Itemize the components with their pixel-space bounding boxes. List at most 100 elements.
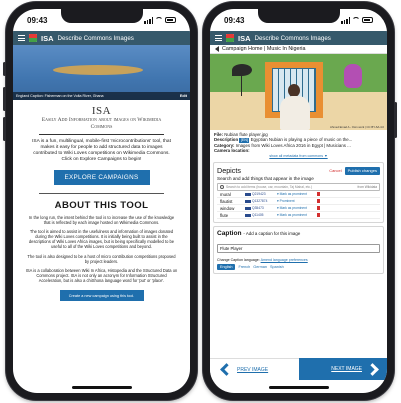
caption-panel: Caption - Add a caption for this image C… [213,226,384,275]
isa-logo-icon[interactable] [29,34,37,42]
wikidata-id[interactable]: Q1327874 [245,199,277,203]
language-tab-german[interactable]: German [253,265,267,269]
trash-icon[interactable] [317,192,320,197]
search-placeholder: Search to add items (house, car, mountai… [226,185,313,190]
power-button [394,102,397,138]
wikidata-id[interactable]: Q35473 [245,206,277,210]
trash-icon[interactable] [317,213,320,218]
hero-caption-text: England Caption: Fisherman on the Volta … [16,94,104,98]
screenshot-canvas: 09:43 ISA Describe Commons Images Englan… [0,0,401,403]
about-paragraph: The tool is also designed to be a host o… [27,253,176,264]
depicts-description: Search and add things that appear in the… [217,176,314,182]
language-tabs: English French German Spanish [217,264,380,271]
wikidata-id[interactable]: Q219423 [245,192,277,196]
language-preferences-link[interactable]: Amend language preferences [261,258,308,262]
next-image-label: NEXT IMAGE [331,366,362,372]
wikidata-qid: Q11405 [252,213,264,218]
app-subtitle: Describe Commons Images [254,34,331,42]
wikidata-hint: from Wikidata [357,185,377,190]
divider [39,134,164,135]
language-tab-french[interactable]: French [238,265,250,269]
app-subtitle: Describe Commons Images [57,34,134,42]
app-header: ISA Describe Commons Images [210,31,387,45]
prominence-select[interactable]: ▾ Prominent [277,199,317,203]
divider [39,193,164,194]
description-value: Egyptian Nubian is playing a piece of mu… [250,137,353,143]
depicts-title: Depicts [217,166,241,176]
volume-down-button [3,117,6,141]
about-heading: ABOUT THIS TOOL [54,200,149,211]
app-header: ISA Describe Commons Images [13,31,190,45]
wikidata-icon [245,199,251,203]
create-campaign-button[interactable]: Create a new campaign using this tool. [59,290,144,302]
caption-subtitle: - Add a caption for this image [243,231,301,237]
wikidata-icon [245,192,251,196]
change-language-line: Change Caption language: Amend language … [217,258,380,262]
publish-changes-button[interactable]: Publish changes [344,166,380,175]
cancel-link[interactable]: Cancel [329,168,341,173]
prominence-select[interactable]: ▾ Mark as prominent [277,206,317,210]
status-icons [341,16,373,24]
prev-image-button[interactable]: PREV IMAGE [210,358,299,380]
prev-image-label: PREV IMAGE [237,366,269,373]
depicts-term: flautist [220,198,233,204]
breadcrumb-text[interactable]: Campaign Home | Music In Nigeria [222,46,306,52]
battery-icon [165,17,176,23]
wikidata-icon [245,213,251,217]
hero-image: England Caption: Fisherman on the Volta … [13,45,190,100]
wikidata-id[interactable]: Q11405 [245,213,277,217]
depicts-panel: Depicts Cancel Publish changes Search an… [213,162,384,224]
depicts-search-input[interactable]: Search to add items (house, car, mountai… [217,183,380,192]
depicts-row: flute Q11405 ▾ Mark as prominent [217,212,380,220]
status-time: 09:43 [27,15,48,25]
change-language-label: Change Caption language: [217,258,260,263]
app-name: ISA [41,33,54,43]
language-tab-spanish[interactable]: Spanish [270,265,284,269]
status-bar: 09:43 [210,9,387,31]
page-subtitle: Easily Add Information about images on W… [41,117,162,130]
prominence-select[interactable]: ▾ Mark as prominent [277,192,317,196]
phone-frame-left: 09:43 ISA Describe Commons Images Englan… [3,2,197,400]
next-image-button[interactable]: NEXT IMAGE [298,358,387,380]
prominence-select[interactable]: ▾ Mark as prominent [277,213,317,217]
wifi-icon [352,17,360,23]
page-title: ISA [91,105,112,117]
menu-icon[interactable] [18,35,25,41]
show-all-metadata-link[interactable]: show all metadata from commons ▼ [214,154,383,159]
category-value: Images from Wiki Loves Africa 2016 in Eg… [235,142,351,148]
isa-logo-icon[interactable] [226,34,234,42]
depicts-term: mural [220,191,231,197]
screen-left: 09:43 ISA Describe Commons Images Englan… [13,9,190,393]
wikidata-icon [245,206,251,210]
hero-edit-link[interactable]: Edit [180,92,187,100]
depicts-term: window [220,205,235,211]
signal-icon [341,16,350,24]
back-arrow-icon[interactable] [215,46,219,52]
wikidata-qid: Q1327874 [252,199,268,204]
explore-campaigns-button[interactable]: EXPLORE CAMPAIGNS [53,170,150,185]
image-metadata: File: Nubian flute player.jpg Descriptio… [210,130,387,159]
flautist-figure [280,96,310,130]
trash-icon[interactable] [317,199,320,204]
caption-title: Caption [217,230,242,238]
wifi-icon [155,17,163,23]
caption-heading: Caption - Add a caption for this image [217,230,380,237]
breadcrumb[interactable]: Campaign Home | Music In Nigeria [210,45,387,54]
battery-icon [362,17,373,23]
language-tab-english[interactable]: English [217,264,236,271]
depicts-term: flute [220,212,229,218]
camera-label: Camera location: [214,148,250,153]
image-navigation: PREV IMAGE NEXT IMAGE [210,358,387,380]
caption-input[interactable] [217,244,380,254]
app-name: ISA [238,33,251,43]
mute-switch [3,62,6,76]
trash-icon[interactable] [317,206,320,211]
notch [60,9,143,23]
about-paragraph: In the long run, the intent behind the t… [28,215,175,226]
status-time: 09:43 [224,15,245,25]
wikidata-qid: Q35473 [252,206,264,211]
status-bar: 09:43 [13,9,190,31]
menu-icon[interactable] [215,35,222,41]
home-indicator [268,386,329,389]
home-indicator [71,386,132,389]
